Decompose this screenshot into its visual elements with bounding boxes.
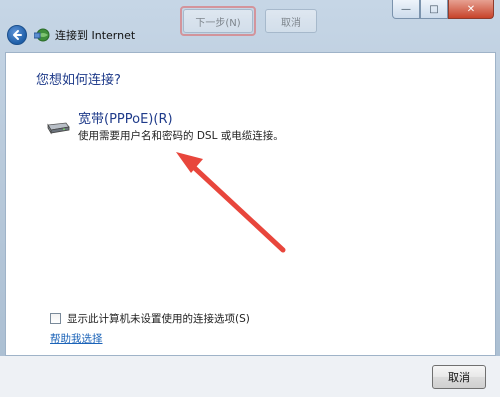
page-heading: 您想如何连接? — [36, 73, 121, 88]
caption-buttons: — □ ✕ — [392, 0, 494, 19]
show-options-label: 显示此计算机未设置使用的连接选项(S) — [67, 313, 250, 325]
option-title: 宽带(PPPoE)(R) — [78, 112, 173, 127]
title-bar: 连接到 Internet — [0, 18, 500, 52]
help-me-choose-link[interactable]: 帮助我选择 — [50, 331, 103, 346]
close-button[interactable]: ✕ — [448, 0, 494, 19]
maximize-button[interactable]: □ — [420, 0, 448, 19]
broadband-pppoe-option[interactable]: 宽带(PPPoE)(R) 使用需要用户名和密码的 DSL 或电缆连接。 — [46, 108, 296, 148]
dialog-footer: 取消 — [0, 356, 500, 397]
network-globe-icon — [33, 27, 50, 43]
cancel-button[interactable]: 取消 — [432, 365, 486, 389]
window-title: 连接到 Internet — [55, 29, 136, 42]
back-button[interactable] — [7, 25, 27, 45]
modem-icon — [46, 120, 70, 135]
back-arrow-icon — [13, 30, 22, 40]
minimize-button[interactable]: — — [392, 0, 420, 19]
option-description: 使用需要用户名和密码的 DSL 或电缆连接。 — [78, 130, 284, 142]
show-options-checkbox[interactable] — [50, 313, 61, 324]
show-options-checkbox-row[interactable]: 显示此计算机未设置使用的连接选项(S) — [50, 311, 250, 326]
dialog-content: 您想如何连接? 宽带(PPPoE)(R) 使用需要用户名和密码的 DSL 或电缆… — [5, 52, 496, 356]
